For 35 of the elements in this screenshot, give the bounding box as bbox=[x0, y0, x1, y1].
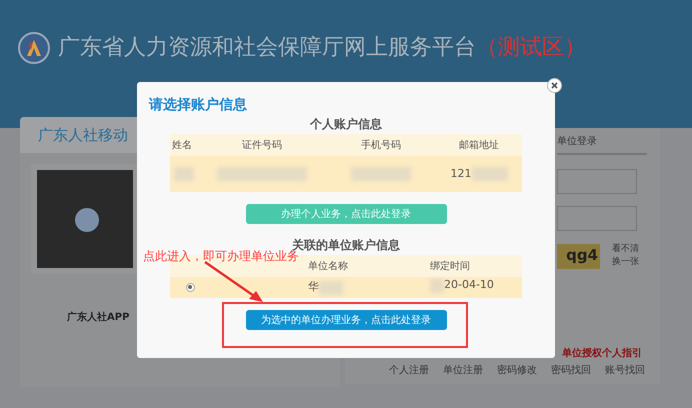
captcha-image: qg4 bbox=[557, 244, 600, 268]
column-header: 证件号码 bbox=[198, 134, 326, 156]
column-header: 姓名 bbox=[170, 134, 198, 156]
table-cell-text: 华 bbox=[308, 279, 319, 296]
blurred-text bbox=[430, 278, 444, 293]
dialog-title: 请选择账户信息 bbox=[149, 96, 247, 114]
section-heading: 个人账户信息 bbox=[310, 116, 382, 132]
close-icon bbox=[551, 82, 558, 89]
qr-caption: 广东人社APP bbox=[67, 310, 130, 325]
radio-button[interactable] bbox=[186, 282, 194, 292]
guide-link[interactable]: 单位授权个人指引 bbox=[562, 346, 642, 361]
footer-link[interactable]: 个人注册 bbox=[389, 363, 429, 378]
refresh-captcha-link[interactable]: 看不清 bbox=[612, 243, 639, 256]
footer-link[interactable]: 密码找回 bbox=[551, 363, 591, 378]
section-heading: 关联的单位账户信息 bbox=[292, 237, 400, 252]
annotation-text: 点此进入，即可办理单位业务 bbox=[143, 249, 299, 265]
company-login-button[interactable]: 为选中的单位办理业务，点击此处登录 bbox=[246, 310, 446, 330]
footer-link[interactable]: 密码修改 bbox=[497, 363, 537, 378]
column-header: 绑定时间 bbox=[430, 260, 470, 272]
test-zone-label: （测试区） bbox=[476, 34, 586, 62]
personal-login-button[interactable]: 办理个人业务，点击此处登录 bbox=[246, 204, 446, 224]
table-cell-text: 121 bbox=[450, 166, 472, 182]
login-tab[interactable]: 单位登录 bbox=[557, 134, 647, 155]
column-header: 手机号码 bbox=[326, 134, 436, 156]
annotation-arrow bbox=[203, 260, 265, 304]
input-field[interactable] bbox=[557, 169, 637, 194]
footer-link[interactable]: 账号找回 bbox=[605, 363, 645, 378]
logo-icon bbox=[18, 32, 50, 64]
column-header: 单位名称 bbox=[308, 260, 348, 272]
column-header: 邮箱地址 bbox=[436, 134, 522, 156]
footer-link[interactable]: 单位注册 bbox=[443, 363, 483, 378]
input-field[interactable] bbox=[557, 206, 637, 231]
site-title: 广东省人力资源和社会保障厅网上服务平台 bbox=[58, 34, 476, 62]
table-cell-text: 20-04-10 bbox=[444, 277, 494, 294]
refresh-captcha-link[interactable]: 换一张 bbox=[612, 256, 639, 269]
